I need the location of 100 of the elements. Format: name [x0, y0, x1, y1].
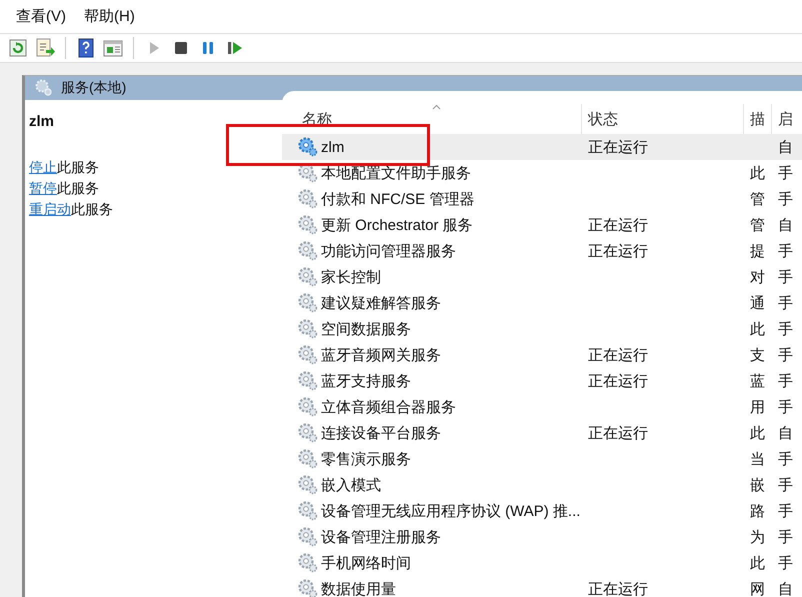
- table-cell: 嵌: [750, 476, 765, 494]
- table-cell: 设备管理注册服务: [321, 528, 441, 546]
- service-row[interactable]: 付款和 NFC/SE 管理器 管 手: [282, 186, 802, 212]
- table-cell: 支: [750, 346, 765, 364]
- table-cell: 自: [778, 424, 793, 442]
- action-text: 暂停此服务: [29, 179, 100, 198]
- action-link[interactable]: 暂停: [29, 180, 57, 196]
- service-row[interactable]: 家长控制 对 手: [282, 264, 802, 290]
- action-text: 重启动此服务: [29, 200, 114, 219]
- gear-icon: [298, 371, 318, 391]
- gear-icon: [298, 215, 318, 235]
- table-cell: 立体音频组合器服务: [321, 398, 456, 416]
- service-name: zlm: [29, 113, 56, 131]
- service-row[interactable]: 设备管理注册服务 为 手: [282, 524, 802, 550]
- gear-icon: [298, 137, 318, 157]
- service-row[interactable]: 嵌入模式 嵌 手: [282, 472, 802, 498]
- table-cell: 手: [778, 528, 793, 546]
- table-cell: 对: [750, 268, 765, 286]
- table-cell: 手: [778, 554, 793, 572]
- gear-icon: [298, 527, 318, 547]
- service-row[interactable]: 蓝牙支持服务 正在运行 蓝 手: [282, 368, 802, 394]
- table-cell: 正在运行: [588, 580, 648, 597]
- gear-icon: [298, 475, 318, 495]
- table-cell: 设备管理无线应用程序协议 (WAP) 推...: [321, 502, 580, 520]
- table-cell: 付款和 NFC/SE 管理器: [321, 190, 474, 208]
- gear-icon: [298, 423, 318, 443]
- table-cell: 手: [778, 294, 793, 312]
- service-row[interactable]: 连接设备平台服务 正在运行 此 自: [282, 420, 802, 446]
- table-cell: 正在运行: [588, 424, 648, 442]
- table-cell: 手: [778, 398, 793, 416]
- table-cell: 正在运行: [588, 138, 648, 156]
- table-cell: 管: [750, 190, 765, 208]
- table-cell: 自: [778, 216, 793, 234]
- table-cell: 手: [778, 372, 793, 390]
- table-cell: 手: [778, 164, 793, 182]
- table-cell: 正在运行: [588, 242, 648, 260]
- gear-icon: [298, 501, 318, 521]
- gear-icon: [298, 449, 318, 469]
- table-cell: 本地配置文件助手服务: [321, 164, 471, 182]
- gear-icon: [298, 189, 318, 209]
- menu-item[interactable]: 帮助(H): [76, 7, 143, 26]
- table-cell: 手: [778, 450, 793, 468]
- table-cell: 此: [750, 164, 765, 182]
- gear-icon: [298, 397, 318, 417]
- service-row[interactable]: 手机网络时间 此 手: [282, 550, 802, 576]
- service-row[interactable]: 建议疑难解答服务 通 手: [282, 290, 802, 316]
- table-cell: 嵌入模式: [321, 476, 381, 494]
- help-icon[interactable]: [76, 38, 96, 58]
- refresh-icon[interactable]: [8, 38, 28, 58]
- table-cell: 蓝牙支持服务: [321, 372, 411, 390]
- gear-icon: [298, 319, 318, 339]
- table-cell: 路: [750, 502, 765, 520]
- table-cell: 网: [750, 580, 765, 597]
- gear-icon: [298, 163, 318, 183]
- table-cell: 手: [778, 320, 793, 338]
- gear-icon: [298, 293, 318, 313]
- table-cell: 此: [750, 554, 765, 572]
- table-cell: 此: [750, 424, 765, 442]
- gear-icon: [35, 79, 53, 97]
- menu-item[interactable]: 查看(V): [8, 7, 74, 26]
- table-cell: 手: [778, 190, 793, 208]
- service-row[interactable]: 蓝牙音频网关服务 正在运行 支 手: [282, 342, 802, 368]
- table-cell: 手: [778, 268, 793, 286]
- table-cell: 当: [750, 450, 765, 468]
- table-cell: 用: [750, 398, 765, 416]
- service-row[interactable]: 更新 Orchestrator 服务 正在运行 管 自: [282, 212, 802, 238]
- table-cell: 通: [750, 294, 765, 312]
- table-cell: 蓝: [750, 372, 765, 390]
- gear-icon: [298, 241, 318, 261]
- gear-icon: [298, 267, 318, 287]
- action-link[interactable]: 停止: [29, 159, 57, 175]
- service-row[interactable]: 数据使用量 正在运行 网 自: [282, 576, 802, 597]
- table-cell: 管: [750, 216, 765, 234]
- table-cell: 家长控制: [321, 268, 381, 286]
- table-cell: 零售演示服务: [321, 450, 411, 468]
- service-row[interactable]: 功能访问管理器服务 正在运行 提 手: [282, 238, 802, 264]
- table-cell: 手: [778, 502, 793, 520]
- table-cell: 正在运行: [588, 372, 648, 390]
- table-cell: 正在运行: [588, 216, 648, 234]
- table-cell: 更新 Orchestrator 服务: [321, 216, 473, 234]
- service-row[interactable]: 设备管理无线应用程序协议 (WAP) 推... 路 手: [282, 498, 802, 524]
- table-cell: 提: [750, 242, 765, 260]
- service-row[interactable]: 空间数据服务 此 手: [282, 316, 802, 342]
- service-row[interactable]: 本地配置文件助手服务 此 手: [282, 160, 802, 186]
- window-icon[interactable]: [103, 38, 123, 58]
- table-cell: 自: [778, 580, 793, 597]
- table-cell: 此: [750, 320, 765, 338]
- table-cell: 连接设备平台服务: [321, 424, 441, 442]
- service-row[interactable]: 立体音频组合器服务 用 手: [282, 394, 802, 420]
- table-cell: 手: [778, 242, 793, 260]
- service-row[interactable]: 零售演示服务 当 手: [282, 446, 802, 472]
- panel-title: 服务(本地): [61, 79, 126, 97]
- table-cell: 空间数据服务: [321, 320, 411, 338]
- table-cell: 为: [750, 528, 765, 546]
- action-link[interactable]: 重启动: [29, 201, 71, 217]
- action-text: 停止此服务: [29, 158, 100, 177]
- service-row[interactable]: zlm 正在运行 自: [282, 134, 802, 160]
- export-list-icon[interactable]: [35, 38, 55, 58]
- table-cell: 功能访问管理器服务: [321, 242, 456, 260]
- table-cell: 正在运行: [588, 346, 648, 364]
